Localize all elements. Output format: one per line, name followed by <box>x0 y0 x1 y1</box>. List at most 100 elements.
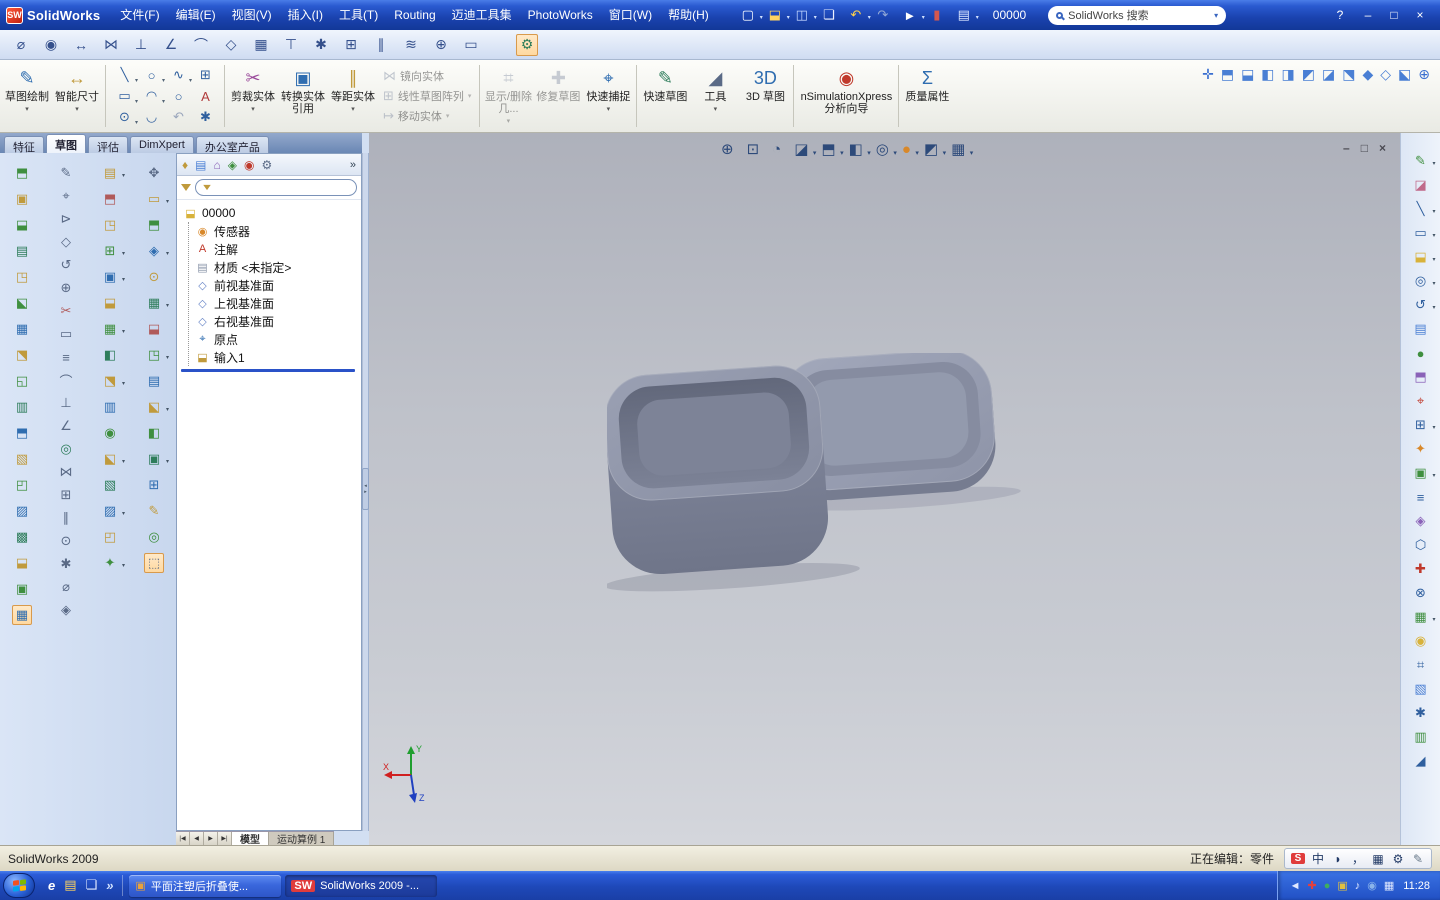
toolbar-icon[interactable]: ⬡ <box>1411 535 1431 555</box>
toolbar-icon[interactable]: ◱ <box>12 371 32 391</box>
toolbar-icon[interactable]: ✱ <box>1411 703 1431 723</box>
toolbar-icon[interactable]: ▦ <box>12 319 32 339</box>
toolbar-icon[interactable]: ▭ <box>56 324 76 344</box>
view-toolbar-icon[interactable]: ⊕ <box>1418 66 1430 83</box>
model-3d[interactable] <box>607 353 1027 593</box>
toolbar-icon[interactable]: ⊞ <box>1411 415 1435 435</box>
toolbar-icon[interactable]: ≡ <box>1411 487 1431 507</box>
tree-item[interactable]: ◇ 前视基准面 <box>191 276 359 294</box>
menu-item[interactable]: 迈迪工具集 <box>444 4 520 26</box>
toolbar-icon[interactable]: ▧ <box>100 475 120 495</box>
view-toolbar-icon[interactable]: ◩ <box>1302 66 1315 83</box>
toolbar-icon[interactable]: ◉ <box>1411 631 1431 651</box>
toolbar-icon[interactable]: ▣ <box>12 579 32 599</box>
toolbar-icon[interactable]: ▥ <box>12 397 32 417</box>
standard-toolbar-icon[interactable]: ▮ <box>928 5 946 25</box>
toolbar-icon[interactable]: ▧ <box>12 449 32 469</box>
hud-icon[interactable]: ◧ <box>849 140 871 158</box>
toolbar-icon[interactable]: ⊤ <box>280 34 302 56</box>
standard-toolbar-icon[interactable]: ❏ <box>820 5 838 25</box>
toolbar-icon[interactable]: ◳ <box>100 215 120 235</box>
view-toolbar-icon[interactable]: ⬓ <box>1241 66 1254 83</box>
toolbar-icon[interactable]: ⬓ <box>12 553 32 573</box>
tray-icon[interactable]: ● <box>1324 880 1331 892</box>
toolbar-icon[interactable]: ↔ <box>70 34 92 56</box>
toolbar-icon[interactable]: ▣ <box>100 267 125 287</box>
toolbar-icon[interactable]: ✎ <box>56 163 76 183</box>
sketch-tool-icon[interactable]: ▭ <box>111 86 138 107</box>
view-toolbar-icon[interactable]: ⬔ <box>1342 66 1355 83</box>
toolbar-icon[interactable]: ▤ <box>12 241 32 261</box>
search-box[interactable]: SolidWorks 搜索 <box>1048 5 1227 25</box>
toolbar-icon[interactable]: ⬒ <box>1411 367 1431 387</box>
toolbar-icon[interactable]: ⬔ <box>100 371 125 391</box>
ribbon-button[interactable]: ▣ 转换实体引用 <box>278 62 328 130</box>
toolbar-icon[interactable]: ◢ <box>1411 751 1431 771</box>
ime-icon[interactable]: ⚙ <box>1391 852 1405 866</box>
tree-item[interactable]: ◇ 右视基准面 <box>191 312 359 330</box>
toolbar-icon[interactable]: ▣ <box>144 449 169 469</box>
commandmanager-tab[interactable]: DimXpert <box>130 136 194 153</box>
toolbar-icon[interactable]: ◎ <box>56 439 76 459</box>
toolbar-icon[interactable]: ◧ <box>144 423 164 443</box>
help-button[interactable]: ? <box>1332 8 1348 22</box>
tray-icon[interactable]: ◉ <box>1367 879 1377 892</box>
menu-item[interactable]: PhotoWorks <box>520 4 601 26</box>
toolbar-icon[interactable]: ◈ <box>56 600 76 620</box>
toolbar-icon[interactable]: ✥ <box>144 163 164 183</box>
view-toolbar-icon[interactable]: ⬕ <box>1398 66 1411 83</box>
standard-toolbar-icon[interactable]: ▤ <box>955 5 979 25</box>
sketch-tool-icon[interactable]: ○ <box>165 86 192 107</box>
toolbar-icon[interactable]: ▨ <box>12 501 32 521</box>
tree-item[interactable]: ▤ 材质 <未指定> <box>191 258 359 276</box>
toolbar-icon[interactable]: ▤ <box>100 163 125 183</box>
commandmanager-tab[interactable]: 办公室产品 <box>195 136 269 154</box>
sketch-tool-icon[interactable]: A <box>192 86 219 107</box>
toolbar-icon[interactable]: ◈ <box>1411 511 1431 531</box>
toolbar-icon[interactable]: ⬒ <box>100 189 120 209</box>
toolbar-icon[interactable]: ⌀ <box>56 577 76 597</box>
commandmanager-tab[interactable]: 特征 <box>4 136 44 154</box>
document-window-button[interactable]: – <box>1343 141 1350 155</box>
ribbon-button[interactable]: Σ 质量属性 <box>902 62 952 130</box>
toolbar-icon[interactable]: ⌀ <box>10 34 32 56</box>
toolbar-icon[interactable]: ▥ <box>1411 727 1431 747</box>
toolbar-icon[interactable]: ↺ <box>56 255 76 275</box>
ime-icon[interactable]: S <box>1291 853 1305 864</box>
ribbon-button[interactable]: ⌗ 显示/删除几... <box>483 62 533 130</box>
model-motion-tab[interactable]: 运动算例 1 <box>269 832 335 846</box>
toolbar-icon[interactable]: ▦ <box>100 319 125 339</box>
toolbar-icon[interactable]: ⌗ <box>1411 655 1431 675</box>
toolbar-icon[interactable]: ✂ <box>56 301 76 321</box>
tree-item[interactable]: ◉ 传感器 <box>191 222 359 240</box>
taskbar-task-button[interactable]: SW SolidWorks 2009 -... <box>285 874 438 897</box>
document-window-button[interactable]: × <box>1379 141 1386 155</box>
toolbar-icon[interactable]: ⋈ <box>56 462 76 482</box>
ribbon-button[interactable]: ⌖ 快速捕捉 <box>583 62 633 130</box>
hud-icon[interactable]: ◎ <box>876 140 897 158</box>
sketch-tool-icon[interactable]: ╲ <box>111 65 138 86</box>
toolbar-icon[interactable]: ▦ <box>144 293 169 313</box>
tray-icon[interactable]: ♪ <box>1355 880 1361 892</box>
toolbar-icon[interactable]: ⬓ <box>12 215 32 235</box>
view-toolbar-icon[interactable]: ◨ <box>1282 66 1295 83</box>
ime-icon[interactable]: ✎ <box>1411 852 1425 866</box>
standard-toolbar-icon[interactable]: ► <box>901 5 924 25</box>
toolbar-icon[interactable]: ◳ <box>12 267 32 287</box>
tab-nav-button[interactable]: ◀ <box>190 832 204 845</box>
toolbar-icon[interactable]: ⬓ <box>100 293 120 313</box>
panel-splitter[interactable]: ◂ ▸ <box>362 153 369 831</box>
toolbar-icon[interactable]: ⊞ <box>56 485 76 505</box>
toolbar-icon[interactable]: ◇ <box>220 34 242 56</box>
toolbar-icon[interactable]: ⊞ <box>144 475 164 495</box>
ribbon-button[interactable]: ↔ 智能尺寸 <box>52 62 102 130</box>
hud-icon[interactable]: ⬒ <box>821 140 843 158</box>
tree-item[interactable]: ⬓ 输入1 <box>191 348 359 366</box>
ribbon-button[interactable]: ◢ 工具 <box>690 62 740 130</box>
ribbon-button[interactable]: ∥ 等距实体 <box>328 62 378 130</box>
ribbon-button[interactable]: ✂ 剪裁实体 <box>228 62 278 130</box>
toolbar-icon[interactable]: ● <box>1411 343 1431 363</box>
ime-icon[interactable]: ， <box>1351 850 1365 867</box>
overflow-chevron[interactable]: » <box>350 159 356 171</box>
sketch-tool-icon[interactable]: ⊞ <box>192 65 219 86</box>
